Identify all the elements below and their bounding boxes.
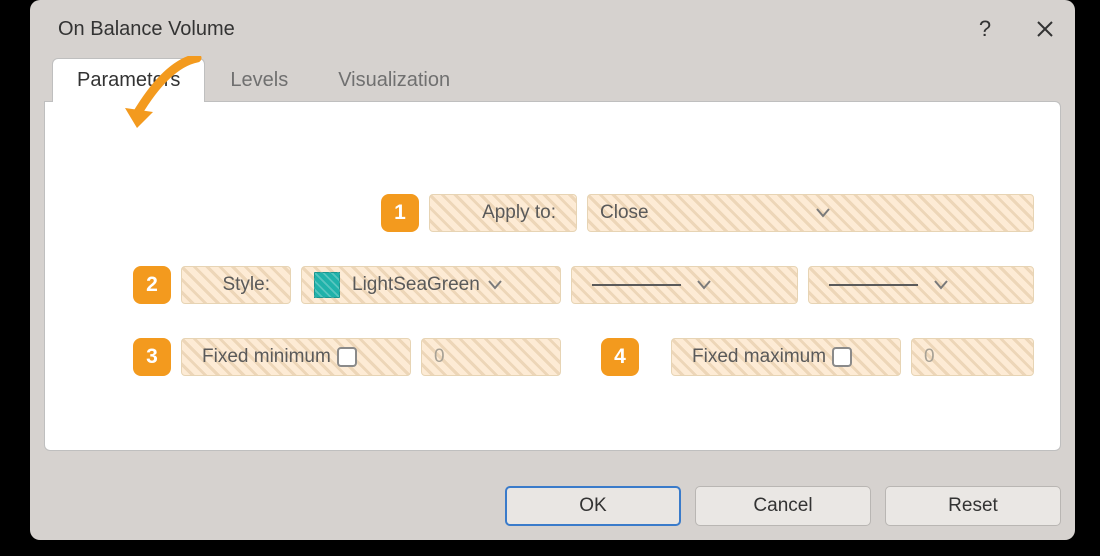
- row-style: 2 Style: LightSeaGreen: [71, 266, 1034, 304]
- annotation-badge-4: 4: [601, 338, 639, 376]
- apply-to-value: Close: [600, 202, 808, 224]
- style-label: Style:: [181, 266, 291, 304]
- fixed-minimum-checkbox[interactable]: [337, 347, 357, 367]
- tab-parameters[interactable]: Parameters: [52, 58, 205, 102]
- window-title: On Balance Volume: [58, 18, 235, 41]
- line-preview: [829, 284, 918, 286]
- cancel-button[interactable]: Cancel: [695, 486, 871, 526]
- close-icon: [1036, 20, 1054, 38]
- fixed-maximum-option: Fixed maximum: [671, 338, 901, 376]
- close-button[interactable]: [1015, 0, 1075, 58]
- titlebar: On Balance Volume ?: [30, 0, 1075, 58]
- fixed-minimum-option: Fixed minimum: [181, 338, 411, 376]
- apply-to-label: Apply to:: [429, 194, 577, 232]
- fixed-minimum-label: Fixed minimum: [202, 346, 331, 368]
- fixed-maximum-checkbox[interactable]: [832, 347, 852, 367]
- annotation-badge-1: 1: [381, 194, 419, 232]
- style-line-type-select[interactable]: [571, 266, 798, 304]
- annotation-badge-3: 3: [133, 338, 171, 376]
- apply-to-select[interactable]: Close: [587, 194, 1034, 232]
- tab-visualization[interactable]: Visualization: [313, 58, 475, 102]
- chevron-down-icon: [488, 274, 550, 296]
- fixed-minimum-input[interactable]: 0: [421, 338, 561, 376]
- style-color-select[interactable]: LightSeaGreen: [301, 266, 561, 304]
- row-fixed-bounds: 3 Fixed minimum 0 4 Fixed maximum 0: [71, 338, 1034, 376]
- line-preview: [592, 284, 681, 286]
- chevron-down-icon: [697, 274, 786, 296]
- annotation-badge-2: 2: [133, 266, 171, 304]
- indicator-settings-dialog: On Balance Volume ? Parameters Levels Vi…: [30, 0, 1075, 540]
- tab-bar: Parameters Levels Visualization: [44, 58, 1061, 102]
- style-color-name: LightSeaGreen: [352, 274, 480, 296]
- button-bar: OK Cancel Reset: [30, 486, 1075, 540]
- chevron-down-icon: [816, 202, 1024, 224]
- help-button[interactable]: ?: [955, 0, 1015, 58]
- row-apply-to: 1 Apply to: Close: [71, 194, 1034, 232]
- ok-button[interactable]: OK: [505, 486, 681, 526]
- style-color-swatch: [314, 272, 340, 298]
- dialog-content: Parameters Levels Visualization 1 Apply …: [44, 58, 1061, 470]
- fixed-maximum-label: Fixed maximum: [692, 346, 826, 368]
- fixed-maximum-input[interactable]: 0: [911, 338, 1034, 376]
- reset-button[interactable]: Reset: [885, 486, 1061, 526]
- chevron-down-icon: [934, 274, 1023, 296]
- style-line-width-select[interactable]: [808, 266, 1035, 304]
- tab-levels[interactable]: Levels: [205, 58, 313, 102]
- parameters-panel: 1 Apply to: Close 2 Style: LightSeaGreen: [44, 101, 1061, 451]
